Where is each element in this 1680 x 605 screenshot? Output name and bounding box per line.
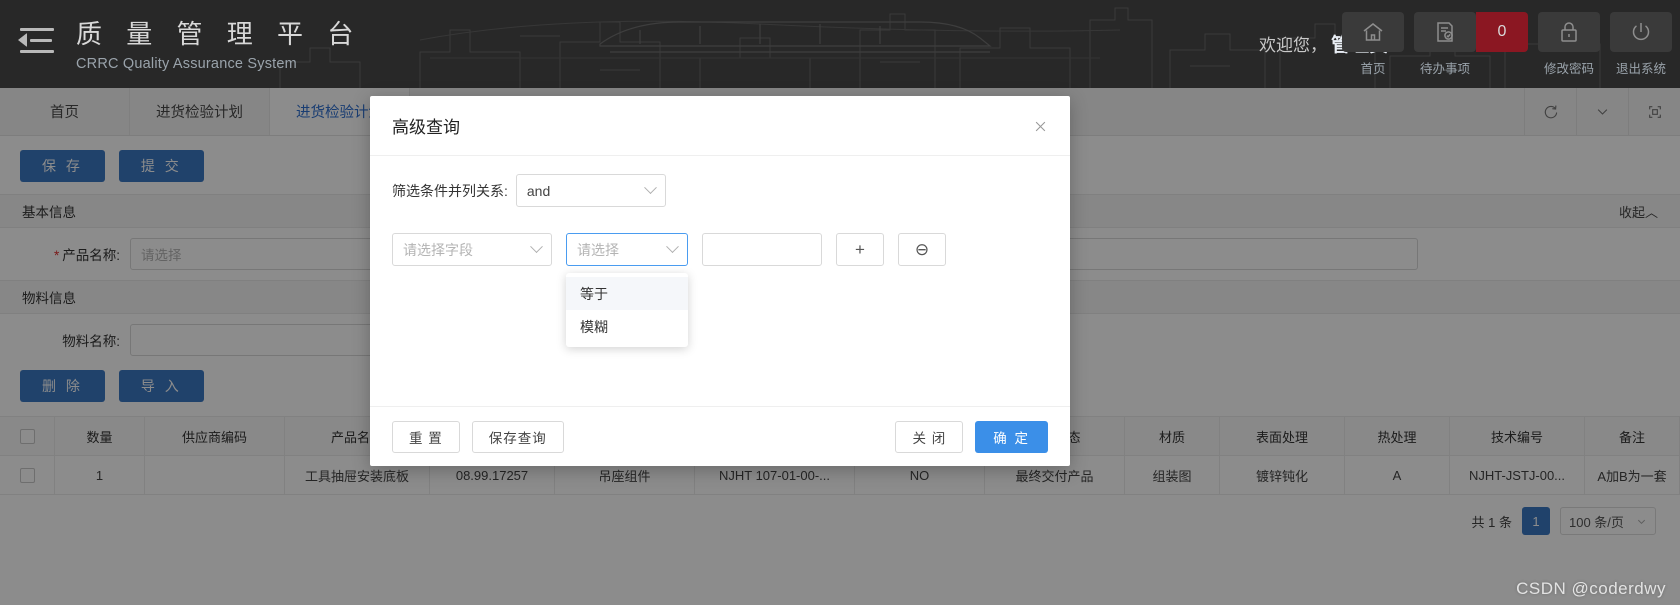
dialog-footer: 重 置 保存查询 关 闭 确 定 (370, 406, 1070, 466)
save-query-button[interactable]: 保存查询 (471, 420, 564, 453)
header-action-logout-label: 退出系统 (1615, 62, 1666, 76)
relation-label: 筛选条件并列关系: (392, 182, 508, 199)
dialog-title: 高级查询 (392, 118, 460, 137)
confirm-button[interactable]: 确 定 (975, 420, 1048, 453)
brand: 质 量 管 理 平 台 CRRC Quality Assurance Syste… (76, 14, 361, 72)
dialog-header: 高级查询 (370, 96, 1070, 156)
header-action-change-password-label: 修改密码 (1543, 62, 1594, 76)
relation-row: 筛选条件并列关系: and (392, 174, 1048, 207)
condition-row: 请选择字段 请选择 + ⊖ 等于 模糊 (392, 233, 1048, 347)
close-button[interactable]: 关 闭 (895, 420, 964, 453)
header-action-logout[interactable]: 退出系统 (1610, 12, 1672, 77)
field-select[interactable]: 请选择字段 (392, 233, 552, 266)
welcome-greeting: 欢迎您， (1258, 36, 1327, 55)
header-action-todo-label: 待办事项 (1419, 62, 1470, 76)
home-icon (1363, 23, 1383, 41)
chevron-down-icon (666, 240, 679, 254)
header-action-home-label: 首页 (1360, 62, 1386, 76)
operator-dropdown: 等于 模糊 (566, 273, 688, 347)
power-icon (1632, 23, 1650, 41)
relation-select[interactable]: and (515, 174, 666, 207)
todo-badge: 0 (1476, 12, 1528, 52)
close-icon[interactable] (1028, 114, 1052, 138)
app-header: 质 量 管 理 平 台 CRRC Quality Assurance Syste… (0, 0, 1680, 88)
chevron-down-icon (644, 181, 657, 195)
header-action-home[interactable]: 首页 (1342, 12, 1404, 77)
field-select-value: 请选择字段 (403, 241, 473, 258)
dialog-body: 筛选条件并列关系: and 请选择字段 请选择 + ⊖ 等于 模糊 (370, 156, 1070, 406)
lock-icon (1561, 22, 1577, 42)
brand-subtitle: CRRC Quality Assurance System (76, 56, 297, 72)
operator-option-fuzzy[interactable]: 模糊 (566, 310, 688, 343)
reset-button[interactable]: 重 置 (392, 420, 460, 453)
relation-select-value: and (526, 182, 551, 199)
chevron-down-icon (530, 240, 543, 254)
menu-toggle-button[interactable] (18, 24, 56, 58)
advanced-query-dialog: 高级查询 筛选条件并列关系: and 请选择字段 请选择 + ⊖ 等于 模糊 重… (370, 96, 1070, 466)
application-window: 质 量 管 理 平 台 CRRC Quality Assurance Syste… (0, 0, 1680, 605)
operator-select[interactable]: 请选择 (566, 233, 688, 266)
header-action-todo[interactable]: 0 待办事项 (1414, 12, 1528, 77)
remove-condition-button[interactable]: ⊖ (898, 233, 946, 266)
condition-value-input[interactable] (702, 233, 822, 266)
add-condition-button[interactable]: + (836, 233, 884, 266)
brand-title: 质 量 管 理 平 台 (76, 20, 362, 50)
operator-option-equals[interactable]: 等于 (566, 277, 688, 310)
todo-icon (1437, 22, 1453, 42)
header-actions: 首页 0 待办事项 修改密码 退出系统 (1342, 12, 1672, 77)
dialog-footer-right: 关 闭 确 定 (895, 420, 1048, 453)
operator-select-value: 请选择 (577, 241, 619, 258)
header-action-change-password[interactable]: 修改密码 (1538, 12, 1600, 77)
